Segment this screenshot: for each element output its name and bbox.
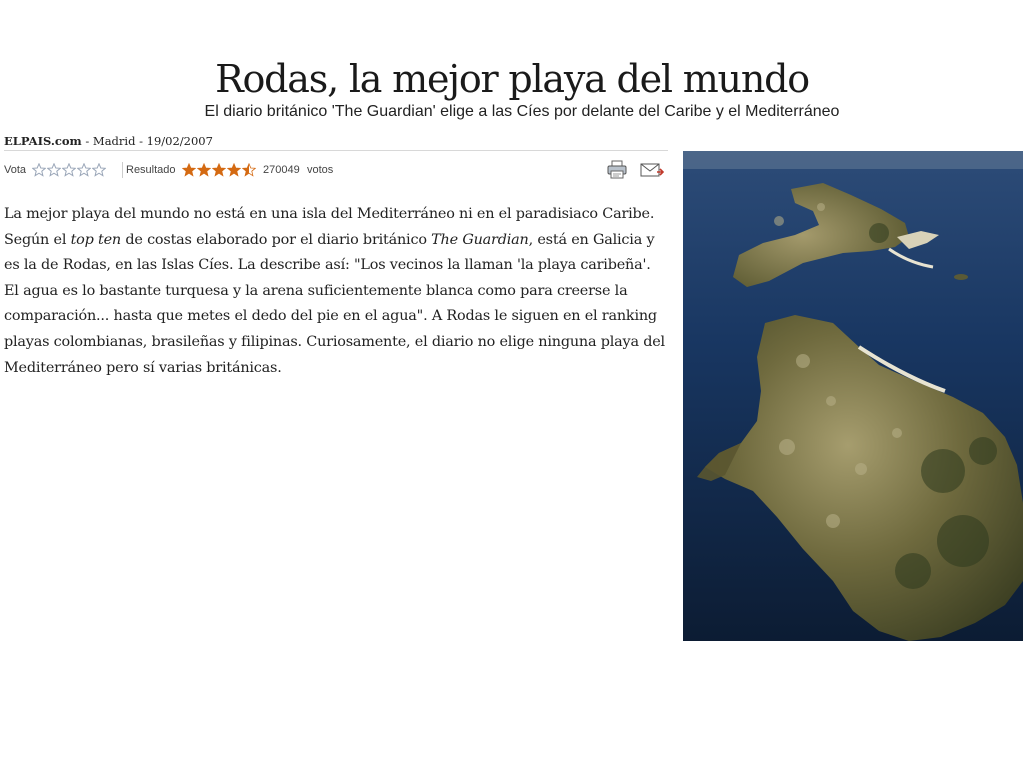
result-star-icon: [211, 162, 227, 177]
result-star-icon: [241, 162, 257, 177]
vote-star-icon[interactable]: [76, 162, 92, 177]
votes-count: 270049: [263, 164, 300, 176]
byline-location: Madrid: [92, 134, 136, 148]
body-text: de costas elaborado por el diario britán…: [121, 231, 432, 248]
user-rating-stars[interactable]: [31, 160, 107, 180]
byline-separator: -: [135, 134, 147, 148]
envelope-icon[interactable]: [640, 161, 665, 182]
divider: [122, 162, 123, 178]
result-star-icon: [181, 162, 197, 177]
subheadline: El diario británico 'The Guardian' elige…: [204, 103, 840, 120]
article-body: La mejor playa del mundo no está en una …: [4, 202, 668, 381]
vote-label: Vota: [4, 164, 27, 176]
vote-star-icon[interactable]: [46, 162, 62, 177]
body-emphasis: The Guardian: [431, 231, 529, 248]
printer-icon[interactable]: [606, 160, 628, 183]
byline-date: 19/02/2007: [146, 134, 213, 148]
vote-star-icon[interactable]: [31, 162, 47, 177]
divider: [4, 150, 668, 151]
body-emphasis: top ten: [70, 231, 122, 248]
votes-unit: votos: [307, 164, 334, 176]
byline-source: ELPAIS.com: [4, 134, 82, 148]
vote-star-icon[interactable]: [61, 162, 77, 177]
result-star-icon: [196, 162, 212, 177]
vote-bar: Vota Resultado 270049 votos: [4, 160, 668, 180]
byline: ELPAIS.com - Madrid - 19/02/2007: [4, 133, 213, 149]
byline-separator: -: [81, 134, 93, 148]
result-rating-stars: [181, 160, 257, 180]
vote-star-icon[interactable]: [91, 162, 107, 177]
aerial-islands-photo: [683, 151, 1023, 641]
result-label: Resultado: [126, 164, 176, 176]
headline: Rodas, la mejor playa del mundo: [215, 57, 810, 101]
result-star-icon: [226, 162, 242, 177]
body-text: , está en Galicia y es la de Rodas, en l…: [4, 231, 665, 376]
